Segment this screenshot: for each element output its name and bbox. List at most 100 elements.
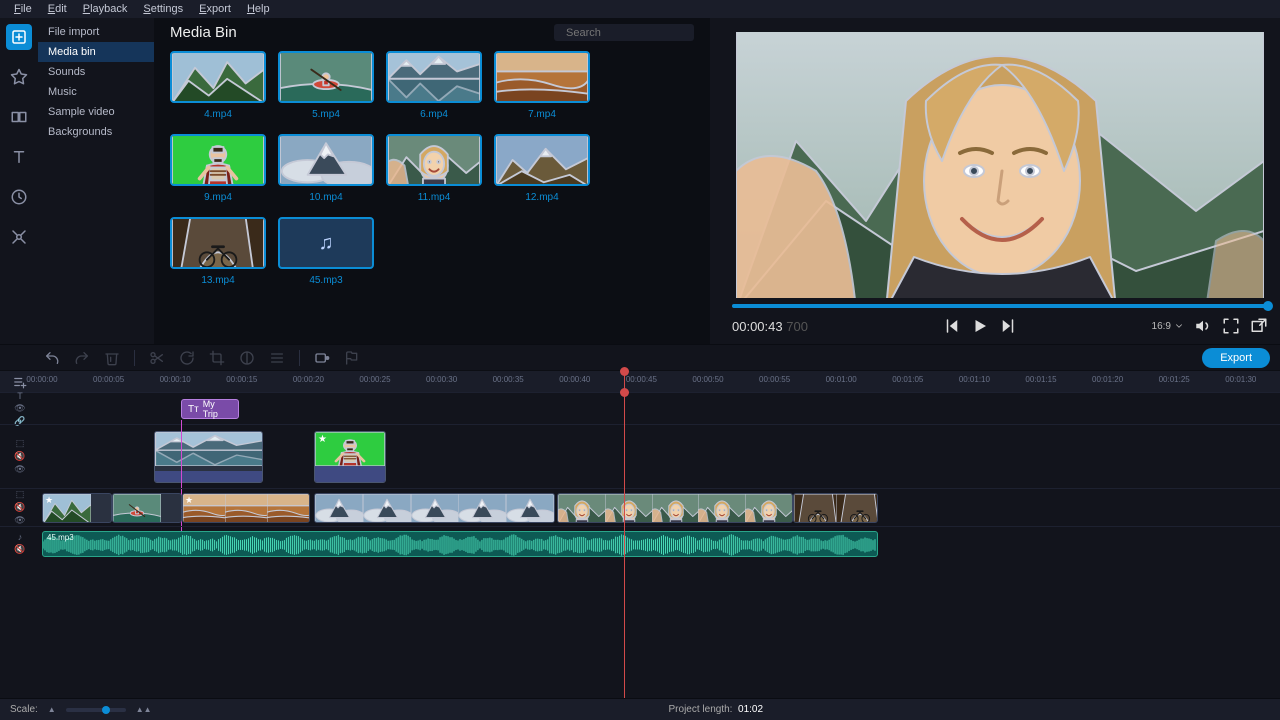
ruler-tick: 00:00:35 bbox=[486, 375, 530, 384]
marker-icon[interactable] bbox=[344, 350, 360, 366]
titles-icon[interactable] bbox=[6, 144, 32, 170]
ruler-tick: 00:01:20 bbox=[1086, 375, 1130, 384]
video-thumb bbox=[494, 51, 590, 103]
track-header[interactable]: ♪🔇 bbox=[0, 526, 40, 560]
clip-props-icon[interactable] bbox=[269, 350, 285, 366]
media-bin-panel: Media Bin ✕ 4.mp45.mp46.mp47.mp49.mp410.… bbox=[154, 18, 710, 344]
search-input[interactable] bbox=[566, 27, 708, 39]
video-clip[interactable] bbox=[557, 493, 793, 523]
category-item[interactable]: Sounds bbox=[38, 62, 154, 82]
filters-icon[interactable] bbox=[6, 64, 32, 90]
fullscreen-icon[interactable] bbox=[1222, 317, 1240, 335]
menu-settings[interactable]: Settings bbox=[137, 3, 189, 15]
video-clip[interactable] bbox=[314, 493, 555, 523]
search-box[interactable]: ✕ bbox=[554, 24, 694, 41]
undo-icon[interactable] bbox=[44, 350, 60, 366]
clip-label: 4.mp4 bbox=[204, 109, 232, 120]
media-clip[interactable]: 9.mp4 bbox=[170, 134, 266, 203]
more-tools-icon[interactable] bbox=[6, 224, 32, 250]
media-clip[interactable]: 10.mp4 bbox=[278, 134, 374, 203]
track-header[interactable]: ⬚🔇👁 bbox=[0, 488, 40, 526]
next-frame-button[interactable] bbox=[999, 317, 1017, 335]
volume-icon[interactable] bbox=[1194, 317, 1212, 335]
video-thumb bbox=[278, 51, 374, 103]
time-ruler[interactable]: 00:00:0000:00:0500:00:1000:00:1500:00:20… bbox=[40, 371, 1280, 392]
ruler-tick: 00:00:30 bbox=[420, 375, 464, 384]
menu-export[interactable]: Export bbox=[193, 3, 237, 15]
timeline: T👁🔗⬚🔇👁⬚🔇👁♪🔇 TᴛMy Trip★★★ 45.mp3 bbox=[0, 392, 1280, 698]
preview-panel: 00:00:43 700 16:9 bbox=[710, 18, 1280, 344]
menu-help[interactable]: Help bbox=[241, 3, 276, 15]
preview-timecode: 00:00:43 700 bbox=[732, 319, 808, 334]
ruler-tick: 00:00:15 bbox=[220, 375, 264, 384]
zoom-out-icon[interactable]: ▲ bbox=[48, 705, 56, 714]
clip-label: 6.mp4 bbox=[420, 109, 448, 120]
redo-icon[interactable] bbox=[74, 350, 90, 366]
category-item[interactable]: File import bbox=[38, 22, 154, 42]
menu-edit[interactable]: Edit bbox=[42, 3, 73, 15]
category-item[interactable]: Media bin bbox=[38, 42, 154, 62]
video-clip[interactable] bbox=[793, 493, 878, 523]
clip-label: 10.mp4 bbox=[309, 192, 342, 203]
menu-playback[interactable]: Playback bbox=[77, 3, 134, 15]
ruler-tick: 00:00:25 bbox=[353, 375, 397, 384]
aspect-ratio-select[interactable]: 16:9 bbox=[1152, 321, 1184, 332]
media-categories: File importMedia binSoundsMusicSample vi… bbox=[38, 18, 154, 344]
video-clip[interactable] bbox=[112, 493, 182, 523]
ruler-tick: 00:00:00 bbox=[20, 375, 64, 384]
prev-frame-button[interactable] bbox=[943, 317, 961, 335]
category-item[interactable]: Music bbox=[38, 82, 154, 102]
detach-preview-icon[interactable] bbox=[1250, 317, 1268, 335]
video-thumb bbox=[170, 217, 266, 269]
media-clip[interactable]: 5.mp4 bbox=[278, 51, 374, 120]
video-clip[interactable]: ★ bbox=[182, 493, 310, 523]
media-clip[interactable]: 12.mp4 bbox=[494, 134, 590, 203]
media-clip[interactable]: ♫45.mp3 bbox=[278, 217, 374, 286]
category-item[interactable]: Backgrounds bbox=[38, 122, 154, 142]
transitions-icon[interactable] bbox=[6, 104, 32, 130]
video-thumb bbox=[386, 134, 482, 186]
media-clip[interactable]: 6.mp4 bbox=[386, 51, 482, 120]
ruler-tick: 00:00:50 bbox=[686, 375, 730, 384]
menu-file[interactable]: File bbox=[8, 3, 38, 15]
media-clip[interactable]: 4.mp4 bbox=[170, 51, 266, 120]
video-thumb bbox=[278, 134, 374, 186]
video-clip[interactable]: ★ bbox=[42, 493, 112, 523]
stickers-icon[interactable] bbox=[6, 184, 32, 210]
play-button[interactable] bbox=[971, 317, 989, 335]
track-header[interactable]: ⬚🔇👁 bbox=[0, 424, 40, 488]
audio-clip-label: 45.mp3 bbox=[47, 533, 74, 542]
ruler-tick: 00:01:00 bbox=[819, 375, 863, 384]
crop-icon[interactable] bbox=[209, 350, 225, 366]
zoom-in-icon[interactable]: ▲▲ bbox=[136, 705, 152, 714]
zoom-slider[interactable] bbox=[66, 708, 126, 712]
export-button[interactable]: Export bbox=[1202, 348, 1270, 368]
import-icon[interactable] bbox=[6, 24, 32, 50]
video-thumb bbox=[170, 134, 266, 186]
playhead[interactable] bbox=[624, 392, 625, 698]
split-icon[interactable] bbox=[149, 350, 165, 366]
timeline-toolbar: Export bbox=[0, 344, 1280, 370]
media-clip[interactable]: 7.mp4 bbox=[494, 51, 590, 120]
audio-clip[interactable]: 45.mp3 bbox=[42, 531, 878, 557]
timeline-tracks[interactable]: TᴛMy Trip★★★ 45.mp3 bbox=[40, 392, 1280, 698]
clip-label: 12.mp4 bbox=[525, 192, 558, 203]
category-item[interactable]: Sample video bbox=[38, 102, 154, 122]
ruler-tick: 00:00:55 bbox=[753, 375, 797, 384]
text-icon: Tᴛ bbox=[188, 404, 199, 415]
clip-label: 45.mp3 bbox=[309, 275, 342, 286]
color-adjust-icon[interactable] bbox=[239, 350, 255, 366]
title-clip[interactable]: TᴛMy Trip bbox=[181, 399, 239, 419]
clip-label: 13.mp4 bbox=[201, 275, 234, 286]
delete-icon[interactable] bbox=[104, 350, 120, 366]
overlay-clip[interactable] bbox=[154, 431, 263, 483]
record-icon[interactable] bbox=[314, 350, 330, 366]
rotate-icon[interactable] bbox=[179, 350, 195, 366]
overlay-clip[interactable]: ★ bbox=[314, 431, 386, 483]
preview-seekbar[interactable] bbox=[732, 304, 1268, 308]
media-clip[interactable]: 11.mp4 bbox=[386, 134, 482, 203]
media-clip[interactable]: 13.mp4 bbox=[170, 217, 266, 286]
ruler-tick: 00:00:45 bbox=[619, 375, 663, 384]
ruler-tick: 00:00:20 bbox=[286, 375, 330, 384]
track-header[interactable]: T👁🔗 bbox=[0, 392, 40, 424]
